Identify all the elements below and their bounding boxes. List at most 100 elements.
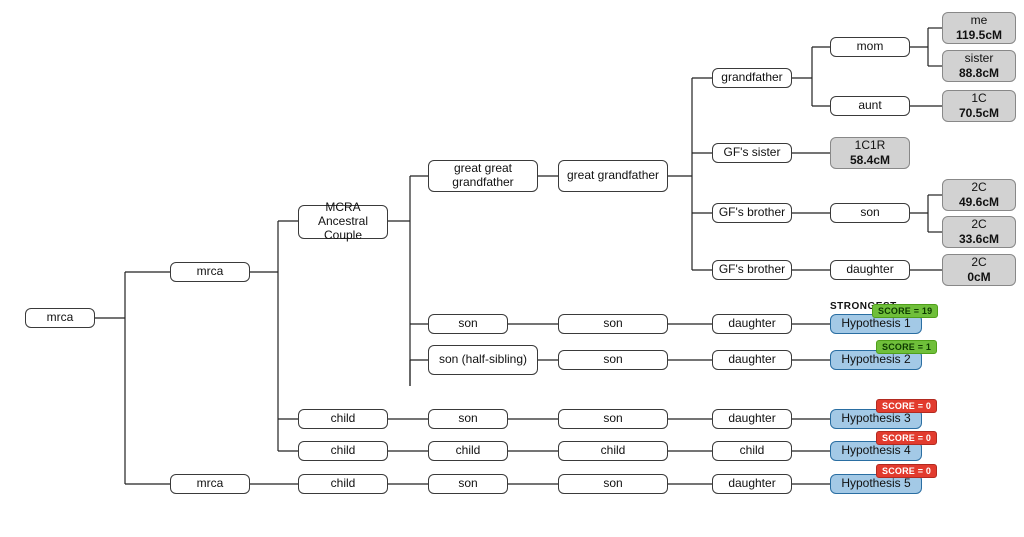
cm-value: 0cM	[967, 271, 990, 285]
node-grandfather: grandfather	[712, 68, 792, 88]
node-mrca-upper: mrca	[170, 262, 250, 282]
node-label: Hypothesis 2	[841, 353, 910, 367]
node-gf-brother-b: GF's brother	[712, 260, 792, 280]
node-1c: 1C70.5cM	[942, 90, 1016, 122]
node-label: mrca	[197, 265, 224, 279]
node-h1-daughter: daughter	[712, 314, 792, 334]
cm-value: 119.5cM	[956, 29, 1002, 43]
badge-score-h5: SCORE = 0	[876, 464, 937, 478]
badge-score-h4: SCORE = 0	[876, 431, 937, 445]
badge-score-h1: SCORE = 19	[872, 304, 938, 318]
node-label: daughter	[728, 412, 775, 426]
node-label: aunt	[858, 99, 881, 113]
node-label: daughter	[728, 317, 775, 331]
node-label: daughter	[728, 353, 775, 367]
node-h2-sonhalf: son (half-sibling)	[428, 345, 538, 375]
node-h5-son2: son	[558, 474, 668, 494]
node-label: child	[331, 444, 356, 458]
node-gf-brother-a: GF's brother	[712, 203, 792, 223]
node-root-mrca: mrca	[25, 308, 95, 328]
node-h3-son1: son	[428, 409, 508, 429]
node-mrca-lower: mrca	[170, 474, 250, 494]
relation-label: me	[956, 14, 1002, 28]
node-2c-0: 2C0cM	[942, 254, 1016, 286]
node-h3-son2: son	[558, 409, 668, 429]
node-g-grandfather: great grandfather	[558, 160, 668, 192]
badge-text: SCORE = 1	[882, 342, 931, 352]
badge-score-h2: SCORE = 1	[876, 340, 937, 354]
node-label: son	[603, 353, 622, 367]
node-label: mrca	[47, 311, 74, 325]
node-label: grandfather	[721, 71, 782, 85]
node-mcra-couple: MCRA Ancestral Couple	[298, 205, 388, 239]
node-mom: mom	[830, 37, 910, 57]
node-label: son	[458, 412, 477, 426]
node-label: son (half-sibling)	[439, 353, 527, 367]
node-label: child	[331, 477, 356, 491]
node-2c-33: 2C33.6cM	[942, 216, 1016, 248]
node-label: Hypothesis 1	[841, 317, 910, 331]
node-h3-child: child	[298, 409, 388, 429]
node-label: child	[331, 412, 356, 426]
node-h5-son1: son	[428, 474, 508, 494]
node-h5-daughter: daughter	[712, 474, 792, 494]
node-label: son	[603, 412, 622, 426]
node-h4-child4: child	[712, 441, 792, 461]
badge-text: SCORE = 0	[882, 401, 931, 411]
node-label: GF's sister	[724, 146, 781, 160]
badge-text: SCORE = 0	[882, 466, 931, 476]
node-h3-daughter: daughter	[712, 409, 792, 429]
node-label: son	[603, 477, 622, 491]
node-label: son	[458, 317, 477, 331]
node-h5-child: child	[298, 474, 388, 494]
node-label: child	[456, 444, 481, 458]
cm-value: 58.4cM	[850, 154, 890, 168]
node-gf-brother-b-daughter: daughter	[830, 260, 910, 280]
cm-value: 49.6cM	[959, 196, 999, 210]
node-sister: sister88.8cM	[942, 50, 1016, 82]
node-label: child	[601, 444, 626, 458]
node-label: son	[458, 477, 477, 491]
genealogy-hypothesis-diagram: mrca mrca mrca MCRA Ancestral Couple gre…	[0, 0, 1024, 537]
relation-label: 2C	[967, 256, 990, 270]
node-label: child	[740, 444, 765, 458]
node-h1-son1: son	[428, 314, 508, 334]
node-h2-daughter: daughter	[712, 350, 792, 370]
node-gf-sister: GF's sister	[712, 143, 792, 163]
node-label: GF's brother	[719, 206, 785, 220]
node-label: daughter	[728, 477, 775, 491]
node-label: mrca	[197, 477, 224, 491]
node-2c-49: 2C49.6cM	[942, 179, 1016, 211]
cm-value: 88.8cM	[959, 67, 999, 81]
node-h2-son2: son	[558, 350, 668, 370]
node-label: great grandfather	[567, 169, 659, 183]
badge-text: SCORE = 19	[878, 306, 932, 316]
node-label: son	[860, 206, 879, 220]
node-aunt: aunt	[830, 96, 910, 116]
node-me: me119.5cM	[942, 12, 1016, 44]
relation-label: sister	[959, 52, 999, 66]
relation-label: 1C	[959, 92, 999, 106]
node-gg-grandfather: great great grandfather	[428, 160, 538, 192]
node-h1-son2: son	[558, 314, 668, 334]
badge-score-h3: SCORE = 0	[876, 399, 937, 413]
relation-label: 2C	[959, 218, 999, 232]
node-label: mom	[857, 40, 884, 54]
node-label: GF's brother	[719, 263, 785, 277]
node-label: great great grandfather	[433, 162, 533, 190]
node-h4-child2: child	[428, 441, 508, 461]
cm-value: 33.6cM	[959, 233, 999, 247]
node-h4-child3: child	[558, 441, 668, 461]
node-1c1r: 1C1R58.4cM	[830, 137, 910, 169]
node-label: Hypothesis 3	[841, 412, 910, 426]
node-h4-child1: child	[298, 441, 388, 461]
cm-value: 70.5cM	[959, 107, 999, 121]
badge-text: SCORE = 0	[882, 433, 931, 443]
node-gf-brother-a-son: son	[830, 203, 910, 223]
relation-label: 1C1R	[850, 139, 890, 153]
node-label: Hypothesis 4	[841, 444, 910, 458]
node-label: MCRA Ancestral Couple	[303, 201, 383, 242]
node-label: Hypothesis 5	[841, 477, 910, 491]
relation-label: 2C	[959, 181, 999, 195]
node-label: son	[603, 317, 622, 331]
